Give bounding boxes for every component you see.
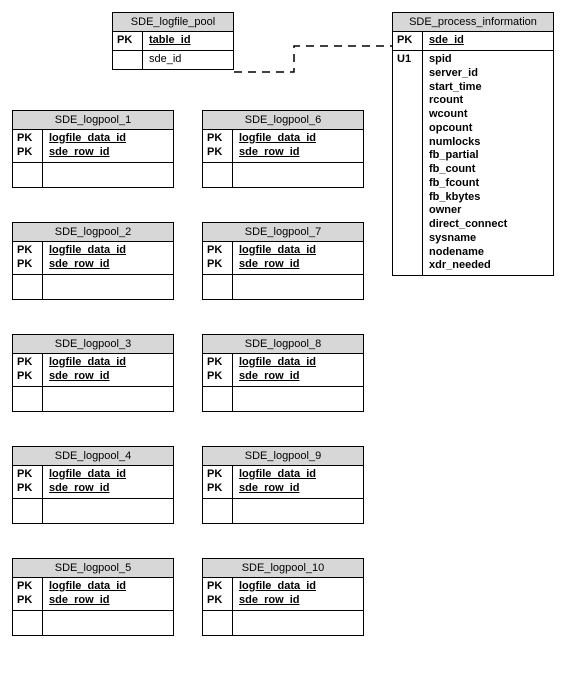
table-sde-logpool-6: SDE_logpool_6 PKPK logfile_data_idsde_row_… — [202, 110, 364, 188]
key-label: PK — [207, 146, 228, 160]
column-name: fb_fcount — [429, 177, 547, 191]
column-name: logfile_data_id — [49, 580, 167, 594]
key-label: PK — [207, 370, 228, 384]
key-label: PK — [397, 34, 418, 48]
column-name: opcount — [429, 122, 547, 136]
table-sde-process-information: SDE_process_information PK sde_id U1 spi… — [392, 12, 554, 276]
column-name: sde_row_id — [239, 258, 357, 272]
column-name: start_time — [429, 81, 547, 95]
column-name: logfile_data_id — [239, 132, 357, 146]
column-name: sde_id — [149, 53, 227, 67]
key-label: PK — [207, 244, 228, 258]
key-label: PK — [207, 468, 228, 482]
column-name: nodename — [429, 246, 547, 260]
table-sde-logpool-4: SDE_logpool_4 PKPK logfile_data_idsde_row_… — [12, 446, 174, 524]
column-name: fb_count — [429, 163, 547, 177]
table-title: SDE_logpool_10 — [203, 559, 363, 578]
key-label: PK — [17, 356, 38, 370]
column-name: spid — [429, 53, 547, 67]
key-label: PK — [17, 594, 38, 608]
key-label: PK — [17, 482, 38, 496]
table-title: SDE_logpool_5 — [13, 559, 173, 578]
table-title: SDE_logpool_1 — [13, 111, 173, 130]
column-name: sde_row_id — [49, 258, 167, 272]
column-name: sde_row_id — [239, 370, 357, 384]
column-name: wcount — [429, 108, 547, 122]
column-name: logfile_data_id — [49, 132, 167, 146]
column-name: sde_row_id — [239, 594, 357, 608]
key-label: PK — [207, 132, 228, 146]
column-name: logfile_data_id — [239, 244, 357, 258]
table-sde-logpool-1: SDE_logpool_1 PKPK logfile_data_idsde_row_… — [12, 110, 174, 188]
table-sde-logpool-5: SDE_logpool_5 PKPK logfile_data_idsde_row_… — [12, 558, 174, 636]
key-label: PK — [17, 146, 38, 160]
key-label: U1 — [397, 53, 418, 67]
column-name: fb_partial — [429, 149, 547, 163]
key-label: PK — [117, 34, 138, 48]
table-title: SDE_logpool_3 — [13, 335, 173, 354]
key-label: PK — [207, 482, 228, 496]
key-label: PK — [17, 580, 38, 594]
table-sde-logpool-9: SDE_logpool_9 PKPK logfile_data_idsde_row_… — [202, 446, 364, 524]
table-sde-logpool-2: SDE_logpool_2 PKPK logfile_data_idsde_row_… — [12, 222, 174, 300]
column-name: sde_row_id — [239, 482, 357, 496]
key-label: PK — [17, 468, 38, 482]
column-name: table_id — [149, 34, 227, 48]
key-label: PK — [207, 580, 228, 594]
column-name: logfile_data_id — [239, 356, 357, 370]
table-title: SDE_logpool_7 — [203, 223, 363, 242]
key-label: PK — [17, 370, 38, 384]
table-title: SDE_logfile_pool — [113, 13, 233, 32]
column-name: logfile_data_id — [239, 580, 357, 594]
column-name: sde_id — [429, 34, 547, 48]
column-name: sysname — [429, 232, 547, 246]
table-title: SDE_logpool_6 — [203, 111, 363, 130]
key-label: PK — [207, 356, 228, 370]
column-name: fb_kbytes — [429, 191, 547, 205]
key-label: PK — [207, 258, 228, 272]
column-name: sde_row_id — [49, 594, 167, 608]
column-name: logfile_data_id — [239, 468, 357, 482]
column-name: direct_connect — [429, 218, 547, 232]
table-sde-logpool-8: SDE_logpool_8 PKPK logfile_data_idsde_row_… — [202, 334, 364, 412]
table-title: SDE_process_information — [393, 13, 553, 32]
table-title: SDE_logpool_4 — [13, 447, 173, 466]
key-label: PK — [17, 244, 38, 258]
table-sde-logpool-3: SDE_logpool_3 PKPK logfile_data_idsde_row_… — [12, 334, 174, 412]
column-name: sde_row_id — [239, 146, 357, 160]
column-name: rcount — [429, 94, 547, 108]
column-name: owner — [429, 204, 547, 218]
key-label: PK — [17, 258, 38, 272]
key-label: PK — [17, 132, 38, 146]
column-name: server_id — [429, 67, 547, 81]
key-label: PK — [207, 594, 228, 608]
table-sde-logpool-7: SDE_logpool_7 PKPK logfile_data_idsde_row_… — [202, 222, 364, 300]
column-name: sde_row_id — [49, 146, 167, 160]
table-title: SDE_logpool_9 — [203, 447, 363, 466]
column-name: sde_row_id — [49, 370, 167, 384]
column-name: logfile_data_id — [49, 356, 167, 370]
table-title: SDE_logpool_8 — [203, 335, 363, 354]
column-name: logfile_data_id — [49, 468, 167, 482]
column-name: numlocks — [429, 136, 547, 150]
erd-canvas: SDE_logfile_pool PK table_id sde_id SDE_… — [12, 12, 554, 676]
table-sde-logpool-10: SDE_logpool_10 PKPK logfile_data_idsde_row… — [202, 558, 364, 636]
column-name: xdr_needed — [429, 259, 547, 273]
table-sde-logfile-pool: SDE_logfile_pool PK table_id sde_id — [112, 12, 234, 70]
column-name: sde_row_id — [49, 482, 167, 496]
column-name: logfile_data_id — [49, 244, 167, 258]
table-title: SDE_logpool_2 — [13, 223, 173, 242]
